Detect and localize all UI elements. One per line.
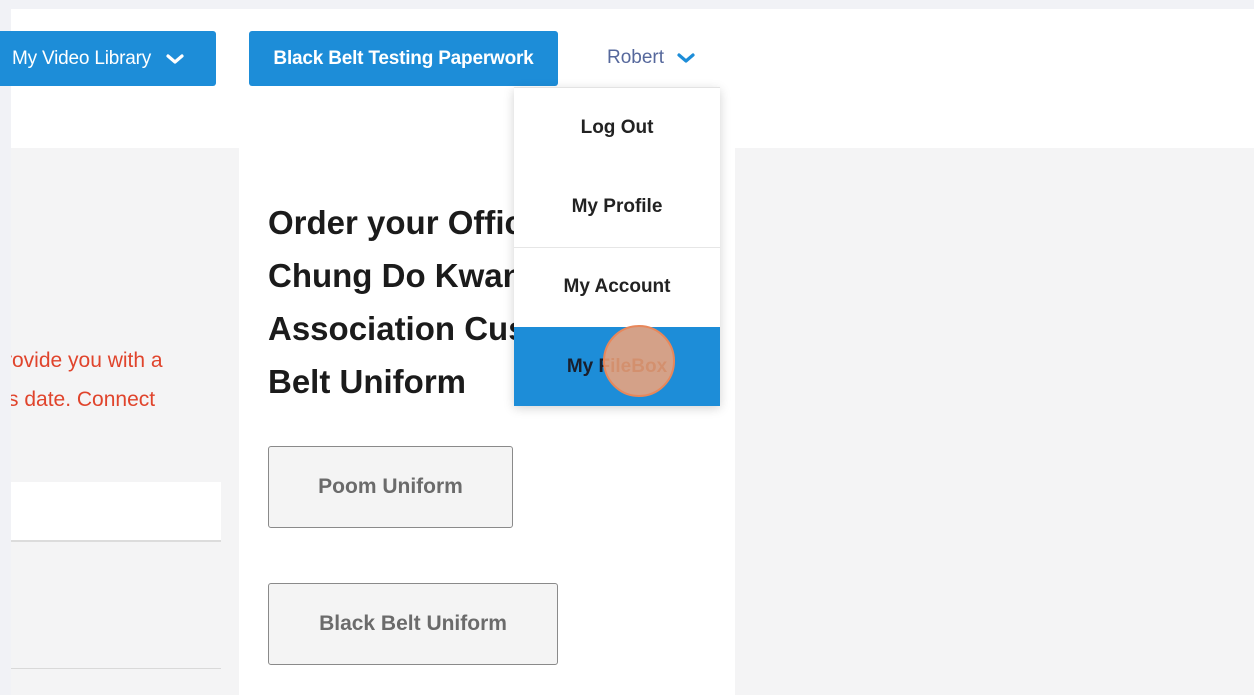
user-menu-toggle[interactable]: Robert [607,44,696,72]
user-dropdown-menu: Log Out My Profile My Account My FileBox [514,87,720,406]
user-name: Robert [607,47,665,68]
menu-item-label: My Profile [571,195,663,217]
heading-line: Order your Offic [268,204,518,241]
poom-uniform-label: Poom Uniform [318,475,463,498]
black-belt-uniform-label: Black Belt Uniform [319,612,507,635]
divider [11,668,221,669]
menu-item-my-account[interactable]: My Account [514,247,720,326]
notice-line: rovide you with a [11,349,163,372]
menu-item-my-profile[interactable]: My Profile [514,167,720,246]
video-library-button[interactable]: My Video Library [0,31,216,86]
notice-text: rovide you with a s date. Connect [11,341,239,419]
menu-item-label: My FileBox [566,355,668,377]
chevron-down-icon [676,51,696,65]
right-panel [735,148,1254,695]
poom-uniform-button[interactable]: Poom Uniform [268,446,513,528]
menu-item-label: My Account [563,276,671,297]
heading-line: Belt Uniform [268,363,466,400]
heading-line: Chung Do Kwan [268,257,518,294]
menu-item-log-out[interactable]: Log Out [514,88,720,167]
notice-line: s date. Connect [11,388,156,411]
menu-item-label: Log Out [580,116,654,138]
testing-paperwork-button[interactable]: Black Belt Testing Paperwork [249,31,558,86]
left-input-field[interactable] [11,482,221,542]
black-belt-uniform-button[interactable]: Black Belt Uniform [268,583,558,665]
testing-paperwork-label: Black Belt Testing Paperwork [273,47,534,69]
top-strip [0,0,1254,9]
menu-item-my-filebox[interactable]: My FileBox [514,327,720,406]
page-heading: Order your Offic Chung Do Kwan Associati… [268,196,518,408]
left-panel [11,148,239,695]
heading-line: Association Cus [268,310,518,347]
chevron-down-icon [165,52,185,66]
video-library-label: My Video Library [12,47,152,69]
left-gutter [0,0,11,695]
